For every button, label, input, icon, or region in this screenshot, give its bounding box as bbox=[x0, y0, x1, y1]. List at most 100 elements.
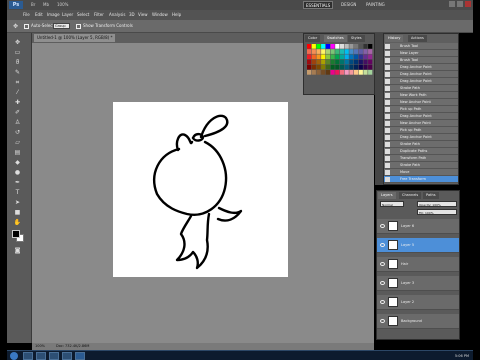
show-transform-checkbox[interactable] bbox=[76, 24, 81, 29]
swatch-cell[interactable] bbox=[330, 49, 335, 54]
swatch-cell[interactable] bbox=[316, 70, 321, 75]
explorer-taskbar-icon[interactable] bbox=[23, 352, 33, 360]
workspace-painting[interactable]: PAINTING bbox=[364, 1, 387, 9]
swatch-cell[interactable] bbox=[311, 49, 316, 54]
bridge-button[interactable]: Br bbox=[31, 1, 35, 9]
lasso-tool-icon[interactable]: ϑ bbox=[12, 59, 23, 66]
swatch-cell[interactable] bbox=[349, 44, 354, 49]
swatch-cell[interactable] bbox=[358, 44, 363, 49]
move-tool-preset-icon[interactable]: ✥ bbox=[10, 23, 21, 30]
swatch-cell[interactable] bbox=[363, 54, 368, 60]
marquee-tool-icon[interactable]: ▭ bbox=[12, 49, 23, 56]
maximize-icon[interactable] bbox=[457, 1, 463, 7]
swatch-cell[interactable] bbox=[354, 44, 359, 49]
swatch-cell[interactable] bbox=[325, 54, 330, 60]
history-item[interactable]: Stroke Path bbox=[384, 85, 458, 92]
minimize-icon[interactable] bbox=[449, 1, 455, 7]
history-item[interactable]: Brush Tool bbox=[384, 57, 458, 64]
visibility-eye-icon[interactable] bbox=[380, 319, 385, 323]
history-item[interactable]: Duplicate Paths bbox=[384, 148, 458, 155]
path-selection-tool-icon[interactable]: ➤ bbox=[12, 199, 23, 206]
auto-select-checkbox[interactable] bbox=[24, 24, 29, 29]
crop-tool-icon[interactable]: ⌗ bbox=[12, 79, 23, 86]
history-item[interactable]: Stroke Path bbox=[384, 141, 458, 148]
canvas[interactable] bbox=[113, 102, 288, 277]
move-tool-icon[interactable]: ✥ bbox=[12, 39, 23, 46]
tab-paths[interactable]: Paths bbox=[423, 192, 439, 199]
swatch-cell[interactable] bbox=[307, 49, 312, 54]
swatch-cell[interactable] bbox=[344, 70, 349, 75]
history-item[interactable]: Move bbox=[384, 169, 458, 176]
swatch-cell[interactable] bbox=[325, 64, 330, 70]
menu-file[interactable]: File bbox=[23, 10, 30, 20]
swatch-cell[interactable] bbox=[349, 70, 354, 75]
zoom-readout[interactable]: 100% bbox=[35, 343, 45, 350]
layer-row[interactable]: Layer 3 bbox=[377, 276, 459, 291]
tab-history[interactable]: History bbox=[385, 35, 404, 42]
swatch-grid[interactable] bbox=[307, 44, 373, 84]
swatch-cell[interactable] bbox=[344, 59, 349, 65]
swatch-cell[interactable] bbox=[363, 44, 368, 49]
swatch-cell[interactable] bbox=[368, 49, 373, 54]
layer-row[interactable]: Hair bbox=[377, 257, 459, 272]
swatch-cell[interactable] bbox=[335, 64, 340, 70]
swatch-cell[interactable] bbox=[330, 70, 335, 75]
swatch-cell[interactable] bbox=[358, 70, 363, 75]
history-item[interactable]: Brush Tool bbox=[384, 43, 458, 50]
swatch-cell[interactable] bbox=[344, 49, 349, 54]
swatch-cell[interactable] bbox=[335, 49, 340, 54]
swatch-cell[interactable] bbox=[358, 64, 363, 70]
swatch-cell[interactable] bbox=[321, 44, 326, 49]
swatch-cell[interactable] bbox=[311, 54, 316, 60]
chrome-taskbar-icon[interactable] bbox=[62, 352, 72, 360]
history-item[interactable]: Drag Anchor Point bbox=[384, 134, 458, 141]
tab-actions[interactable]: Actions bbox=[408, 35, 427, 42]
swatch-cell[interactable] bbox=[339, 54, 345, 60]
photoshop-taskbar-icon[interactable] bbox=[75, 352, 85, 360]
visibility-eye-icon[interactable] bbox=[380, 224, 385, 228]
history-brush-tool-icon[interactable]: ↺ bbox=[12, 129, 23, 136]
swatch-cell[interactable] bbox=[358, 49, 363, 54]
swatch-cell[interactable] bbox=[339, 70, 345, 75]
zoom-level-menu[interactable]: 100% bbox=[57, 1, 68, 9]
menu-select[interactable]: Select bbox=[77, 10, 89, 20]
swatch-cell[interactable] bbox=[349, 59, 354, 65]
swatch-cell[interactable] bbox=[325, 70, 330, 75]
auto-select-dropdown[interactable]: Group bbox=[53, 23, 70, 29]
swatch-cell[interactable] bbox=[307, 64, 312, 70]
healing-brush-tool-icon[interactable]: ✚ bbox=[12, 99, 23, 106]
swatch-cell[interactable] bbox=[311, 70, 316, 75]
swatch-cell[interactable] bbox=[330, 59, 335, 65]
swatch-cell[interactable] bbox=[311, 59, 316, 65]
shape-tool-icon[interactable]: ■ bbox=[12, 209, 23, 216]
swatch-cell[interactable] bbox=[358, 59, 363, 65]
layer-row[interactable]: Layer 6 bbox=[377, 219, 459, 234]
swatch-cell[interactable] bbox=[368, 54, 373, 60]
swatch-cell[interactable] bbox=[325, 49, 330, 54]
start-button-icon[interactable] bbox=[10, 352, 18, 360]
tab-color[interactable]: Color bbox=[305, 35, 321, 42]
swatch-cell[interactable] bbox=[349, 49, 354, 54]
visibility-eye-icon[interactable] bbox=[380, 243, 385, 247]
eraser-tool-icon[interactable]: ▱ bbox=[12, 139, 23, 146]
swatch-cell[interactable] bbox=[316, 44, 321, 49]
swatch-cell[interactable] bbox=[307, 59, 312, 65]
swatch-cell[interactable] bbox=[330, 44, 335, 49]
swatch-cell[interactable] bbox=[363, 70, 368, 75]
close-icon[interactable] bbox=[465, 1, 471, 7]
swatch-cell[interactable] bbox=[368, 70, 373, 75]
swatch-cell[interactable] bbox=[344, 54, 349, 60]
history-item[interactable]: New Layer bbox=[384, 50, 458, 57]
history-item[interactable]: Drag Anchor Point bbox=[384, 113, 458, 120]
pen-tool-icon[interactable]: ✒ bbox=[12, 179, 23, 186]
swatch-cell[interactable] bbox=[363, 49, 368, 54]
history-item[interactable]: Pick up Path bbox=[384, 127, 458, 134]
swatch-cell[interactable] bbox=[363, 64, 368, 70]
swatch-cell[interactable] bbox=[316, 64, 321, 70]
menu-view[interactable]: View bbox=[138, 10, 148, 20]
quick-mask-icon[interactable]: ◙ bbox=[12, 247, 23, 254]
history-item[interactable]: Drag Anchor Point bbox=[384, 64, 458, 71]
swatch-cell[interactable] bbox=[321, 54, 326, 60]
swatch-cell[interactable] bbox=[339, 59, 345, 65]
clone-stamp-tool-icon[interactable]: ♙ bbox=[12, 119, 23, 126]
